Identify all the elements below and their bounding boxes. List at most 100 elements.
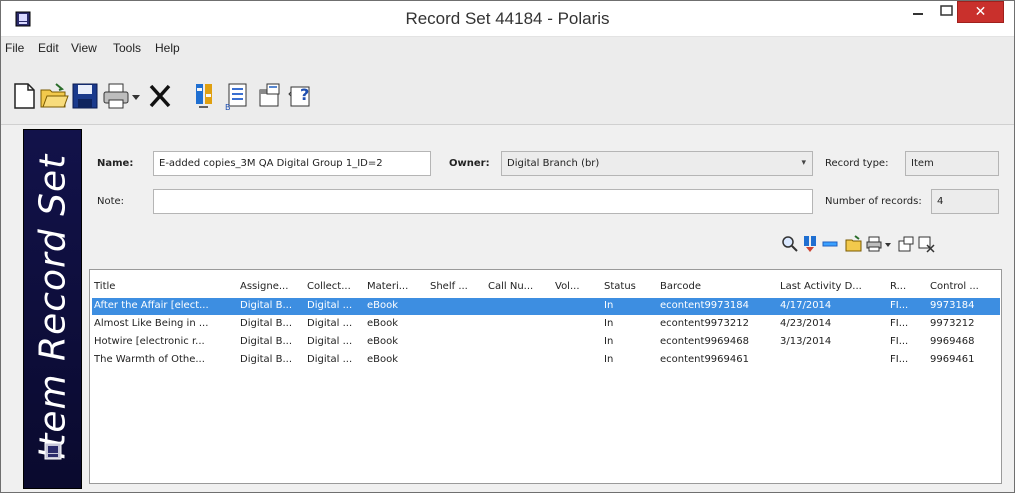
cell-material: eBook [367, 336, 399, 347]
cell-collection: Digital ... [307, 300, 353, 311]
close-icon: ✕ [974, 4, 987, 20]
record-set-form: Name: E-added copies_3M QA Digital Group… [89, 135, 1009, 487]
cell-r: FI... [890, 354, 909, 365]
cell-collection: Digital ... [307, 354, 353, 365]
open-record-icon[interactable] [845, 235, 863, 253]
menu-bar: File Edit View Tools Help [1, 37, 1014, 59]
owner-dropdown[interactable]: Digital Branch (br) ▾ [501, 151, 813, 176]
col-header-status[interactable]: Status [604, 281, 636, 292]
cell-assigned: Digital B... [240, 354, 293, 365]
cell-barcode: econtent9969461 [660, 354, 749, 365]
cell-status: In [604, 300, 614, 311]
add-records-icon[interactable] [801, 235, 819, 253]
delete-icon[interactable] [145, 81, 175, 111]
cell-barcode: econtent9969468 [660, 336, 749, 347]
help-icon[interactable]: ? [286, 81, 316, 111]
menu-tools[interactable]: Tools [113, 41, 141, 55]
note-label: Note: [97, 196, 125, 207]
col-header-volume[interactable]: Vol... [555, 281, 580, 292]
cell-title: Hotwire [electronic r... [94, 336, 205, 347]
table-row[interactable]: After the Affair [elect... Digital B... … [92, 298, 1000, 315]
cell-last-activity: 4/23/2014 [780, 318, 832, 329]
save-icon[interactable] [70, 81, 100, 111]
dropdown-arrow-icon[interactable] [129, 81, 143, 111]
sidebar-title: Item Record Set [32, 153, 73, 460]
cell-control: 9973184 [930, 300, 975, 311]
name-field[interactable]: E-added copies_3M QA Digital Group 1_ID=… [153, 151, 431, 176]
cell-status: In [604, 354, 614, 365]
table-row[interactable]: Hotwire [electronic r... Digital B... Di… [92, 334, 1000, 351]
find-icon[interactable] [781, 235, 799, 253]
col-header-last-activity[interactable]: Last Activity D... [780, 281, 862, 292]
col-header-assigned[interactable]: Assigne... [240, 281, 288, 292]
col-header-title[interactable]: Title [94, 281, 115, 292]
record-type-banner: Item Record Set [23, 129, 82, 489]
cell-last-activity: 3/13/2014 [780, 336, 832, 347]
remove-records-icon[interactable] [821, 235, 839, 253]
cell-barcode: econtent9973212 [660, 318, 749, 329]
svg-text:B: B [225, 103, 231, 111]
record-count-field: 4 [931, 189, 999, 214]
menu-edit[interactable]: Edit [38, 41, 59, 55]
col-header-material[interactable]: Materi... [367, 281, 408, 292]
cell-status: In [604, 336, 614, 347]
list-properties-icon[interactable] [897, 235, 915, 253]
col-header-barcode[interactable]: Barcode [660, 281, 701, 292]
chevron-down-icon: ▾ [801, 158, 806, 168]
cell-title: Almost Like Being in ... [94, 318, 209, 329]
cell-collection: Digital ... [307, 318, 353, 329]
minimize-icon [913, 13, 923, 15]
bulk-change-icon[interactable] [191, 81, 221, 111]
cell-title: The Warmth of Othe... [94, 354, 205, 365]
cell-control: 9969461 [930, 354, 975, 365]
cell-control: 9973212 [930, 318, 975, 329]
cell-last-activity: 4/17/2014 [780, 300, 832, 311]
title-bar: Record Set 44184 - Polaris ✕ [1, 1, 1014, 37]
table-row[interactable]: Almost Like Being in ... Digital B... Di… [92, 316, 1000, 333]
record-set-icon [44, 442, 62, 460]
cell-assigned: Digital B... [240, 300, 293, 311]
menu-file[interactable]: File [5, 41, 24, 55]
col-header-collection[interactable]: Collect... [307, 281, 351, 292]
new-document-icon[interactable] [9, 81, 39, 111]
cell-assigned: Digital B... [240, 336, 293, 347]
table-row[interactable]: The Warmth of Othe... Digital B... Digit… [92, 352, 1000, 369]
cell-r: FI... [890, 318, 909, 329]
report-icon[interactable]: B [222, 81, 252, 111]
record-type-field: Item [905, 151, 999, 176]
owner-label: Owner: [449, 158, 490, 169]
col-header-control[interactable]: Control ... [930, 281, 979, 292]
cell-collection: Digital ... [307, 336, 353, 347]
menu-help[interactable]: Help [155, 41, 180, 55]
name-label: Name: [97, 158, 134, 169]
note-field[interactable] [153, 189, 813, 214]
app-window: Record Set 44184 - Polaris ✕ File Edit V… [0, 0, 1015, 493]
cell-r: FI... [890, 336, 909, 347]
menu-view[interactable]: View [71, 41, 97, 55]
cell-material: eBook [367, 354, 399, 365]
print-icon[interactable] [101, 81, 131, 111]
cell-control: 9969468 [930, 336, 975, 347]
maximize-icon [940, 5, 953, 16]
cell-status: In [604, 318, 614, 329]
print-list-icon[interactable] [865, 235, 883, 253]
clear-list-icon[interactable] [917, 235, 935, 253]
cell-barcode: econtent9973184 [660, 300, 749, 311]
properties-icon[interactable] [254, 81, 284, 111]
col-header-r[interactable]: R... [890, 281, 906, 292]
owner-value: Digital Branch (br) [507, 158, 600, 169]
record-type-label: Record type: [825, 158, 889, 169]
svg-text:?: ? [300, 85, 309, 104]
window-title: Record Set 44184 - Polaris [405, 9, 610, 28]
col-header-call-number[interactable]: Call Nu... [488, 281, 533, 292]
print-menu-arrow-icon[interactable] [883, 235, 893, 253]
cell-assigned: Digital B... [240, 318, 293, 329]
minimize-button[interactable] [901, 1, 935, 23]
cell-material: eBook [367, 300, 399, 311]
record-count-label: Number of records: [825, 196, 922, 207]
cell-material: eBook [367, 318, 399, 329]
records-list[interactable]: Title Assigne... Collect... Materi... Sh… [89, 269, 1002, 484]
close-button[interactable]: ✕ [957, 1, 1004, 23]
open-folder-icon[interactable] [39, 81, 69, 111]
col-header-shelf[interactable]: Shelf ... [430, 281, 468, 292]
